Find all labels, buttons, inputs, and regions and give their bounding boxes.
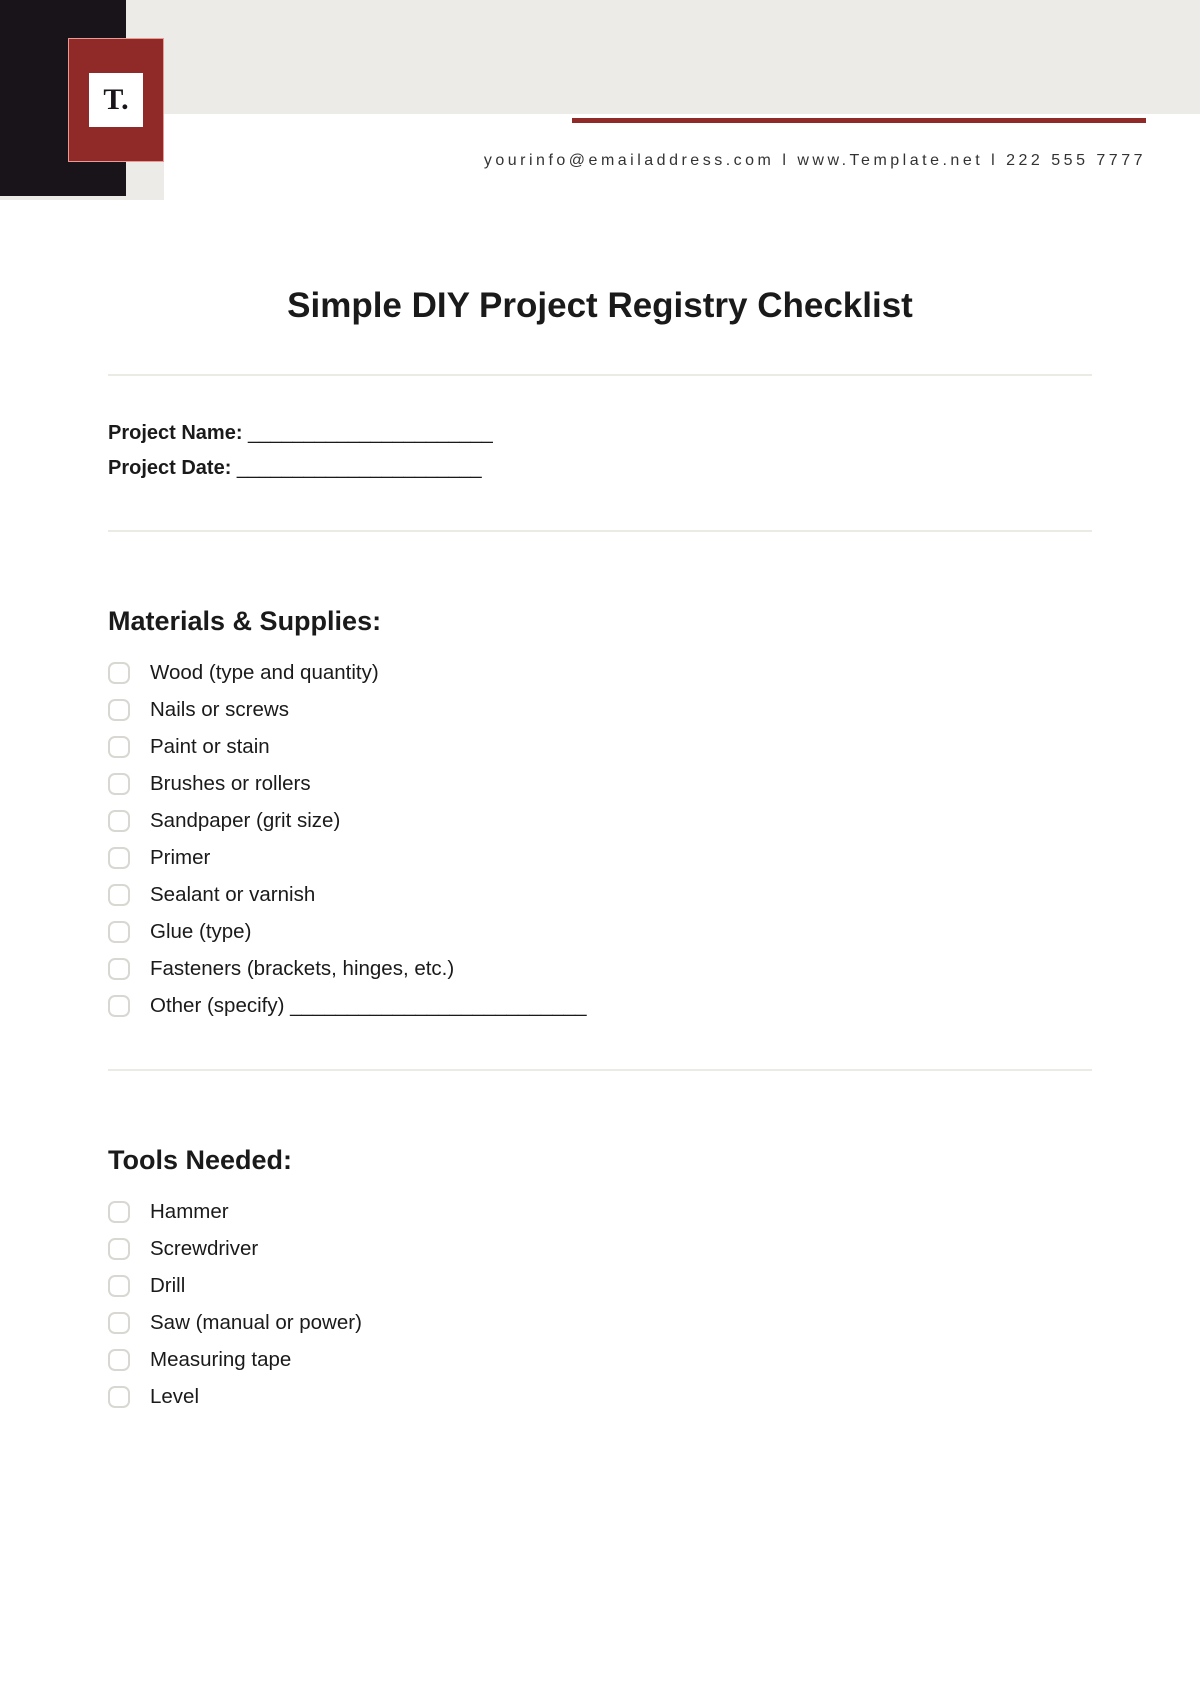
checklist-item: Drill <box>108 1274 1092 1298</box>
checklist-item: Hammer <box>108 1200 1092 1224</box>
checklist-item: Sandpaper (grit size) <box>108 809 1092 833</box>
materials-list: Wood (type and quantity) Nails or screws P… <box>108 661 1092 1018</box>
checkbox[interactable] <box>108 995 130 1017</box>
checklist-label: Glue (type) <box>150 920 251 944</box>
checkbox[interactable] <box>108 1201 130 1223</box>
header-accent-line <box>572 118 1146 123</box>
logo-text: T. <box>88 72 144 128</box>
checklist-item: Nails or screws <box>108 698 1092 722</box>
checklist-label: Sealant or varnish <box>150 883 315 907</box>
checkbox[interactable] <box>108 810 130 832</box>
checklist-item: Other (specify) ________________________… <box>108 994 1092 1018</box>
contact-phone: 222 555 7777 <box>1006 152 1146 169</box>
checklist-label: Fasteners (brackets, hinges, etc.) <box>150 957 454 981</box>
checkbox[interactable] <box>108 884 130 906</box>
project-name-label: Project Name: <box>108 422 243 444</box>
checklist-label: Primer <box>150 846 210 870</box>
checklist-label: Sandpaper (grit size) <box>150 809 340 833</box>
contact-separator-1: l <box>774 152 797 169</box>
checklist-item: Screwdriver <box>108 1237 1092 1261</box>
checklist-label: Drill <box>150 1274 185 1298</box>
checklist-label: Hammer <box>150 1200 229 1224</box>
checkbox[interactable] <box>108 958 130 980</box>
checklist-label: Other (specify) ________________________… <box>150 994 587 1018</box>
project-name-fill[interactable]: ______________________ <box>243 422 493 444</box>
project-date-line: Project Date: ______________________ <box>108 457 1092 480</box>
logo-box: T. <box>68 38 164 162</box>
checkbox[interactable] <box>108 921 130 943</box>
checklist-item: Primer <box>108 846 1092 870</box>
project-date-label: Project Date: <box>108 457 231 479</box>
checkbox[interactable] <box>108 699 130 721</box>
contact-separator-2: l <box>983 152 1006 169</box>
document-content: Simple DIY Project Registry Checklist Pr… <box>108 286 1092 1422</box>
checklist-label: Measuring tape <box>150 1348 291 1372</box>
checklist-label: Nails or screws <box>150 698 289 722</box>
checkbox[interactable] <box>108 1349 130 1371</box>
divider <box>108 1069 1092 1071</box>
checklist-item: Wood (type and quantity) <box>108 661 1092 685</box>
checklist-item: Brushes or rollers <box>108 772 1092 796</box>
checklist-label: Level <box>150 1385 199 1409</box>
checklist-label: Saw (manual or power) <box>150 1311 362 1335</box>
checklist-item: Fasteners (brackets, hinges, etc.) <box>108 957 1092 981</box>
document-title: Simple DIY Project Registry Checklist <box>108 286 1092 326</box>
checklist-item: Glue (type) <box>108 920 1092 944</box>
checkbox[interactable] <box>108 1238 130 1260</box>
contact-website: www.Template.net <box>797 152 983 169</box>
checklist-label: Wood (type and quantity) <box>150 661 379 685</box>
checkbox[interactable] <box>108 773 130 795</box>
checklist-label: Paint or stain <box>150 735 270 759</box>
checkbox[interactable] <box>108 847 130 869</box>
contact-email: yourinfo@emailaddress.com <box>484 152 775 169</box>
divider <box>108 374 1092 376</box>
checklist-label: Screwdriver <box>150 1237 258 1261</box>
checklist-item: Sealant or varnish <box>108 883 1092 907</box>
project-date-fill[interactable]: ______________________ <box>231 457 481 479</box>
checkbox[interactable] <box>108 1386 130 1408</box>
divider <box>108 530 1092 532</box>
checkbox[interactable] <box>108 736 130 758</box>
checklist-item: Measuring tape <box>108 1348 1092 1372</box>
checklist-item: Paint or stain <box>108 735 1092 759</box>
contact-line: yourinfo@emailaddress.com l www.Template… <box>310 152 1146 170</box>
section-heading-tools: Tools Needed: <box>108 1145 1092 1176</box>
checkbox[interactable] <box>108 662 130 684</box>
checklist-label: Brushes or rollers <box>150 772 311 796</box>
section-heading-materials: Materials & Supplies: <box>108 606 1092 637</box>
project-name-line: Project Name: ______________________ <box>108 422 1092 445</box>
checkbox[interactable] <box>108 1275 130 1297</box>
tools-list: Hammer Screwdriver Drill Saw (manual or pow… <box>108 1200 1092 1409</box>
checkbox[interactable] <box>108 1312 130 1334</box>
checklist-item: Level <box>108 1385 1092 1409</box>
checklist-item: Saw (manual or power) <box>108 1311 1092 1335</box>
